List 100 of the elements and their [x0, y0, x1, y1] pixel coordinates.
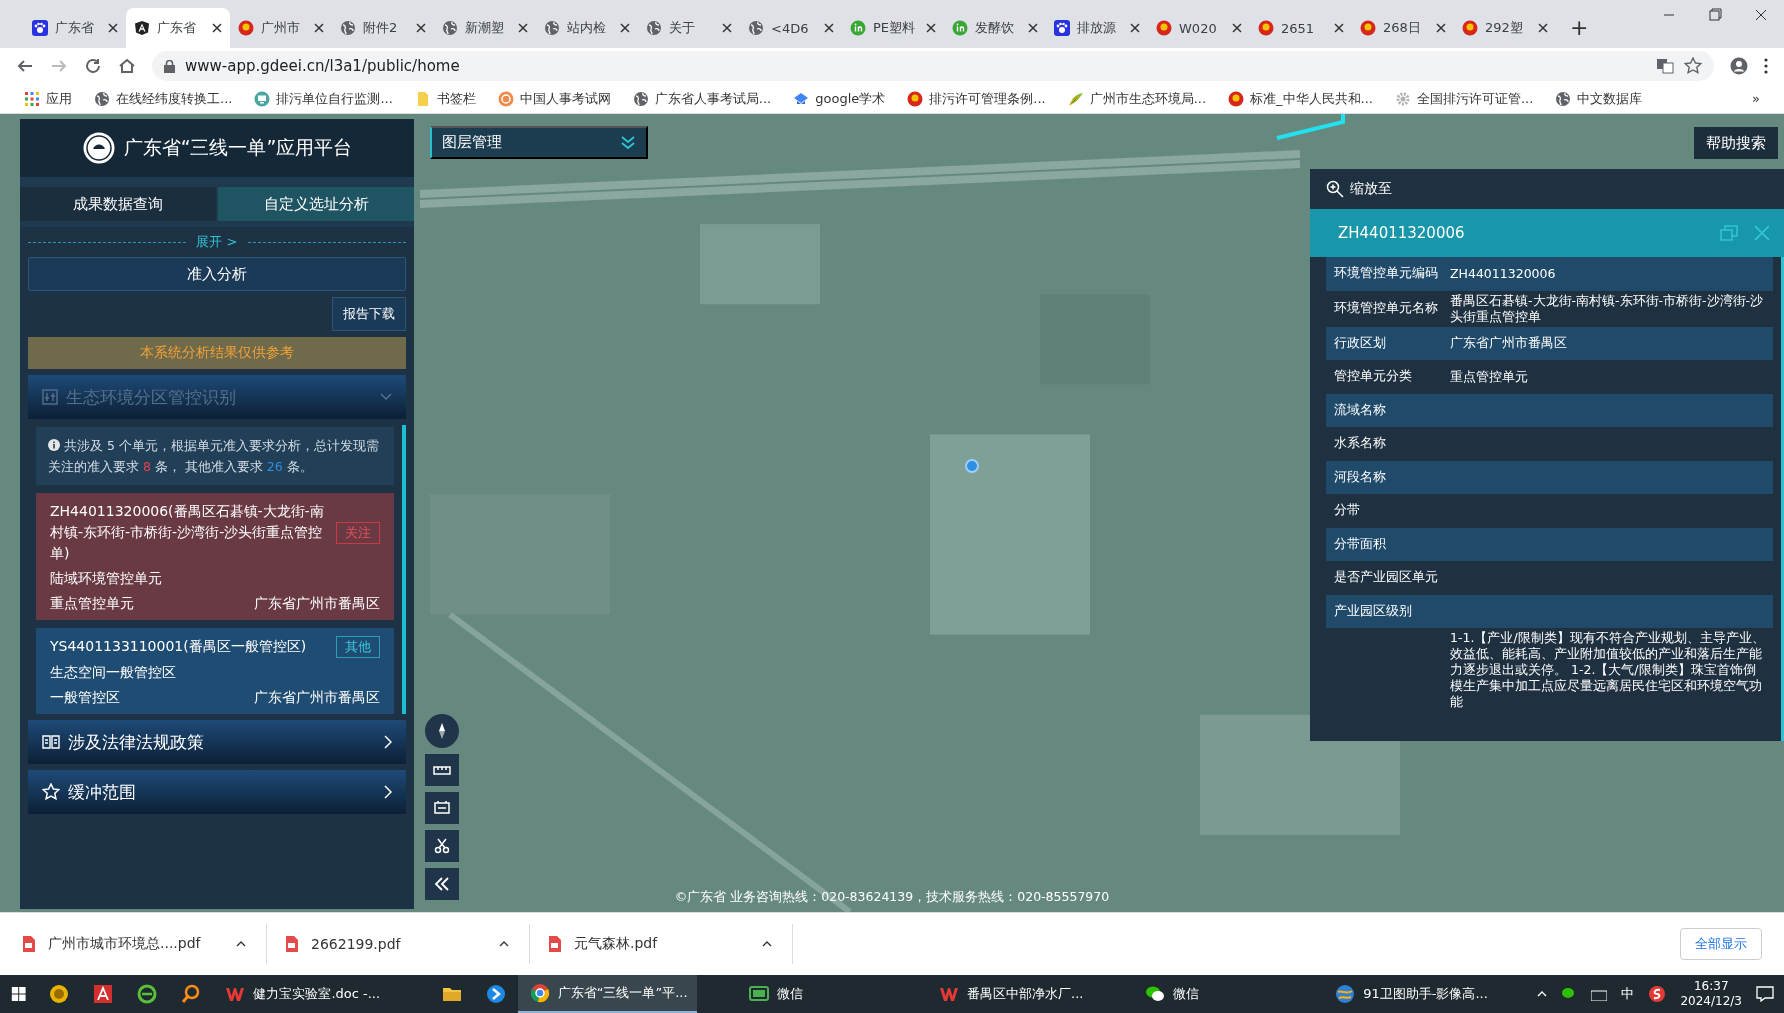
- notifications-icon[interactable]: [1756, 986, 1774, 1002]
- close-icon[interactable]: [1130, 23, 1140, 33]
- taskbar-item[interactable]: 番禺区中部净水厂...: [927, 975, 1094, 1013]
- close-icon[interactable]: [824, 23, 834, 33]
- attribute-label: 产业园区级别: [1334, 602, 1413, 620]
- badge-icon: [497, 90, 514, 107]
- browser-tab[interactable]: 发酵饮: [944, 8, 1046, 48]
- profile-avatar-icon[interactable]: [1730, 57, 1748, 75]
- close-icon[interactable]: [314, 23, 324, 33]
- tray-caret-icon[interactable]: [1537, 991, 1548, 997]
- expand-link[interactable]: 展开 >: [196, 233, 238, 251]
- browser-tab[interactable]: 新潮塑: [434, 8, 536, 48]
- bookmark-link[interactable]: 应用: [46, 89, 72, 108]
- bookmark-link[interactable]: 广东省人事考试局...: [654, 89, 772, 108]
- more-bookmarks-button[interactable]: »: [1752, 91, 1760, 106]
- caret-icon[interactable]: [762, 941, 772, 947]
- layer-dropdown[interactable]: 图层管理: [430, 126, 648, 159]
- home-icon[interactable]: [118, 57, 136, 75]
- taskbar-item[interactable]: 微信: [1133, 975, 1284, 1013]
- map-tool-button[interactable]: [425, 792, 459, 824]
- browser-tab[interactable]: 关于: [638, 8, 740, 48]
- bookmark-link[interactable]: 广州市生态环境局...: [1089, 89, 1207, 108]
- browser-tab[interactable]: 排放源: [1046, 8, 1148, 48]
- download-item[interactable]: 广州市城市环境总....pdf: [22, 924, 267, 964]
- taskbar-item[interactable]: 微信: [737, 975, 888, 1013]
- map-tool-button[interactable]: [425, 868, 459, 900]
- browser-tab[interactable]: 广东省: [24, 8, 126, 48]
- bookmark-link[interactable]: 排污单位自行监测...: [276, 89, 393, 108]
- translate-icon[interactable]: [1656, 57, 1674, 75]
- bookmark-link[interactable]: 排污许可管理条例...: [929, 89, 1046, 108]
- section-header[interactable]: 涉及法律法规政策: [28, 720, 406, 764]
- close-icon[interactable]: [1334, 23, 1344, 33]
- shield-a-icon: [134, 20, 150, 36]
- bookmark-link[interactable]: 全国排污许可证管...: [1416, 89, 1534, 108]
- taskbar-item[interactable]: 91卫图助手-影像高...: [1323, 975, 1498, 1013]
- caret-icon[interactable]: [499, 941, 509, 947]
- browser-tab[interactable]: PE塑料: [842, 8, 944, 48]
- panel-tab[interactable]: 自定义选址分析: [218, 187, 414, 221]
- map-tool-button[interactable]: [425, 830, 459, 862]
- keyboard-icon[interactable]: [1591, 987, 1608, 1001]
- taskbar-clock[interactable]: 16:37 2024/12/3: [1680, 979, 1742, 1009]
- browser-tab[interactable]: <4D6: [740, 8, 842, 48]
- globe-icon: [748, 20, 764, 36]
- browser-tab[interactable]: W020: [1148, 8, 1250, 48]
- attribute-label: 行政区划: [1334, 334, 1387, 352]
- close-icon[interactable]: [1436, 23, 1446, 33]
- book-icon: [42, 734, 60, 750]
- s-logo-icon[interactable]: [1648, 985, 1667, 1003]
- unit-card[interactable]: ZH44011320006(番禺区石碁镇-大龙街-南村镇-东环街-市桥街-沙湾街-沙头街重点管控单) 关注 陆域环境管控单元 重点管控单元 广东省广州市番禺区: [36, 493, 394, 620]
- browser-tab[interactable]: 广东省: [126, 8, 230, 48]
- close-icon[interactable]: [1538, 23, 1548, 33]
- unit-category: 一般管控区: [50, 688, 120, 707]
- graduation-cap-icon: [793, 90, 810, 107]
- taskbar-item[interactable]: 广东省“三线一单”平...: [517, 975, 698, 1013]
- browser-tab[interactable]: 292塑: [1454, 8, 1556, 48]
- close-icon[interactable]: [722, 23, 732, 33]
- download-item[interactable]: 2662199.pdf: [285, 924, 530, 964]
- close-icon[interactable]: [926, 23, 936, 33]
- menu-icon[interactable]: [1764, 58, 1768, 74]
- input-method-indicator[interactable]: 中: [1621, 985, 1635, 1003]
- bookmark-link[interactable]: 在线经纬度转换工...: [116, 89, 233, 108]
- bookmark-link[interactable]: 中国人事考试网: [519, 89, 611, 108]
- footer-text: ©广东省 业务咨询热线：020-83624139，技术服务热线：020-85557970: [673, 889, 1111, 906]
- browser-tab[interactable]: 广州市: [230, 8, 332, 48]
- help-search-button[interactable]: 帮助搜索: [1694, 127, 1778, 159]
- close-icon[interactable]: [620, 23, 630, 33]
- chevron-icon: [380, 393, 392, 401]
- browser-tab[interactable]: 附件2: [332, 8, 434, 48]
- close-icon[interactable]: [518, 23, 528, 33]
- browser-tab[interactable]: 268日: [1352, 8, 1454, 48]
- zoom-to-button[interactable]: 缩放至: [1310, 169, 1408, 209]
- globe-icon: [340, 20, 356, 36]
- attribute-label: 管控单元分类: [1334, 368, 1413, 386]
- panel-tab[interactable]: 成果数据查询: [20, 187, 216, 221]
- section-header[interactable]: 缓冲范围: [28, 770, 406, 814]
- reload-icon[interactable]: [84, 57, 102, 75]
- bookmark-link[interactable]: google学术: [815, 89, 886, 108]
- unit-card[interactable]: YS4401133110001(番禺区一般管控区) 其他 生态空间一般管控区 一般管控区 广东省广州市番禺区: [36, 628, 394, 714]
- close-icon[interactable]: [1028, 23, 1038, 33]
- close-icon[interactable]: [416, 23, 426, 33]
- bookmark-link[interactable]: 中文数据库: [1577, 89, 1643, 108]
- new-tab-button[interactable]: +: [1556, 15, 1603, 48]
- download-item[interactable]: 元气森林.pdf: [548, 924, 793, 964]
- caret-icon[interactable]: [236, 941, 246, 947]
- taskbar-item[interactable]: 健力宝实验室.doc -...: [213, 975, 390, 1013]
- close-icon[interactable]: [212, 23, 222, 33]
- analysis-button[interactable]: 准入分析: [28, 257, 406, 291]
- show-all-button[interactable]: 全部显示: [1680, 928, 1762, 960]
- star-icon[interactable]: [1684, 57, 1702, 75]
- bookmark-link[interactable]: 书签栏: [436, 89, 476, 108]
- map-tool-button[interactable]: [425, 754, 459, 786]
- close-icon[interactable]: [1232, 23, 1242, 33]
- close-icon[interactable]: [108, 23, 118, 33]
- browser-tab[interactable]: 站内检: [536, 8, 638, 48]
- address-bar[interactable]: www-app.gdeei.cn/l3a1/public/home: [152, 51, 1714, 81]
- report-download-button[interactable]: 报告下载: [332, 297, 406, 331]
- bookmark-link[interactable]: 标准_中华人民共和...: [1250, 89, 1373, 108]
- emblem-icon: [1360, 20, 1376, 36]
- paw-icon: [32, 20, 48, 36]
- browser-tab[interactable]: 2651: [1250, 8, 1352, 48]
